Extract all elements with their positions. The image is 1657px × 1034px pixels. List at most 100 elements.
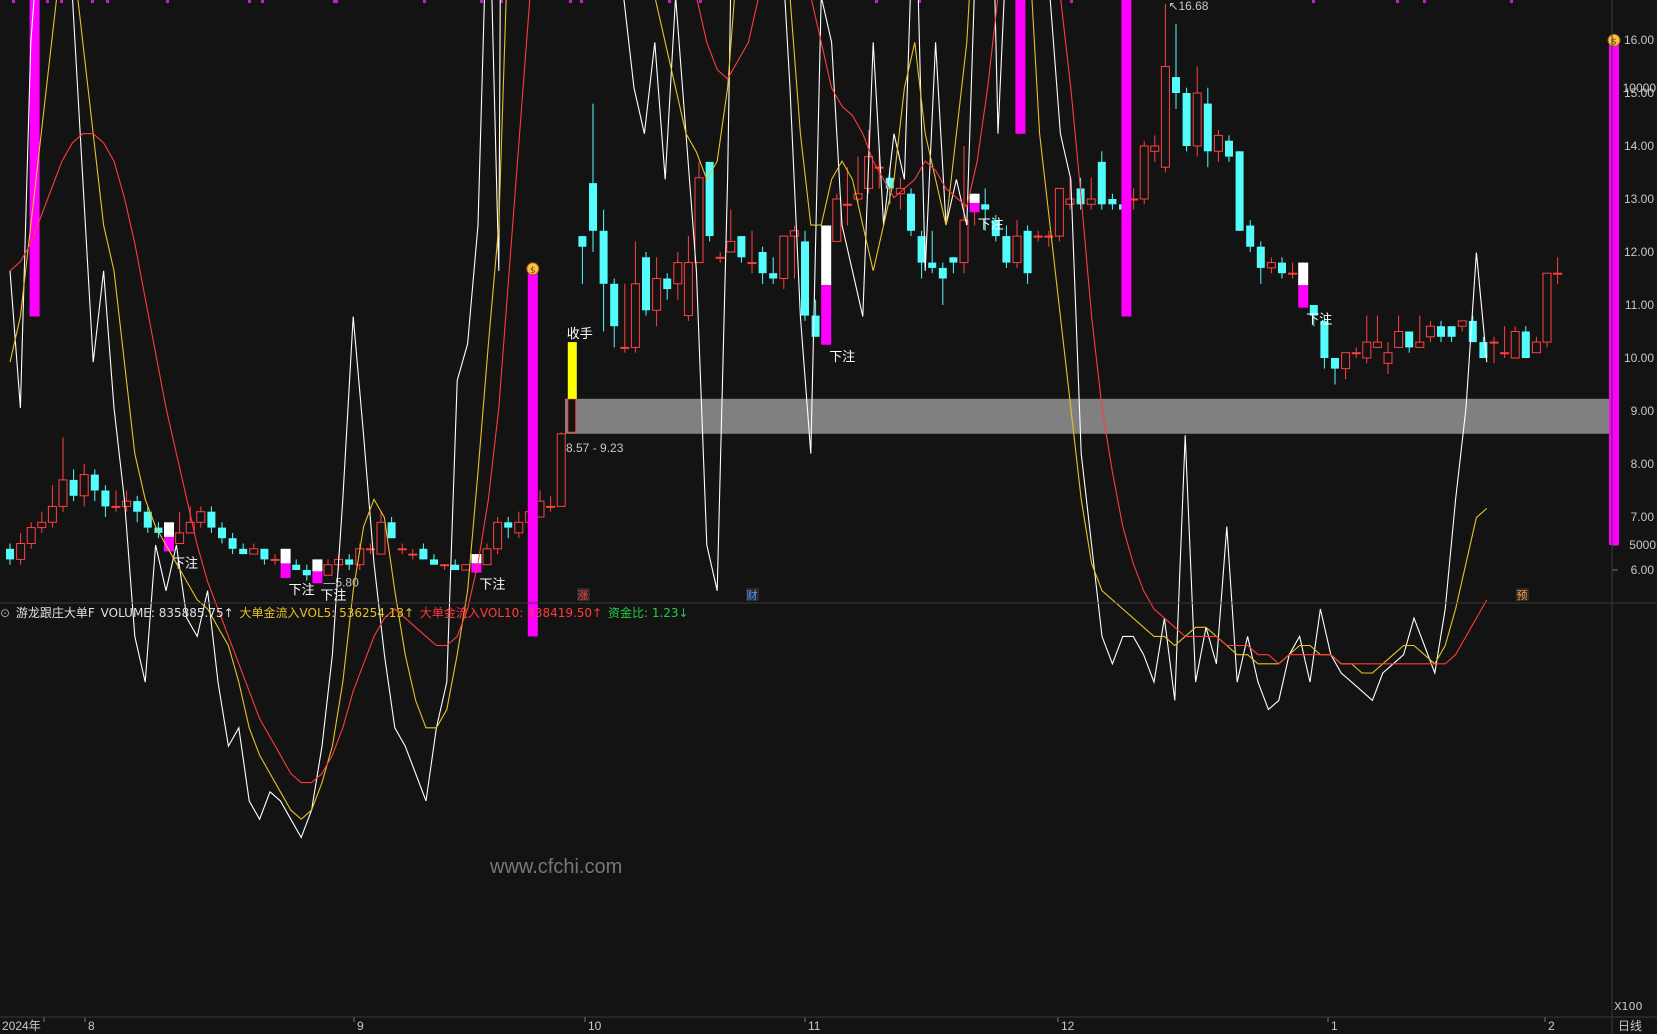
- signal-label: 下注: [479, 578, 505, 593]
- support-zone-label: 8.57 - 9.23: [566, 441, 624, 455]
- event-dot: [1312, 0, 1315, 3]
- date-tick-label: 1: [1331, 1019, 1338, 1033]
- candle-body-up: [47, 505, 57, 523]
- event-dot: [580, 0, 583, 3]
- event-dot: [569, 0, 572, 3]
- candle-body-up: [1012, 235, 1022, 264]
- candle-body-down: [599, 230, 608, 284]
- candle-body-down: [1246, 225, 1255, 247]
- ratio-value: 资金比: 1.23↓: [607, 606, 689, 620]
- signal-bar-top: [280, 548, 291, 564]
- candle-body-down: [610, 283, 619, 327]
- signal-bar-bottom: [280, 563, 291, 578]
- event-badge-label: 预: [1517, 589, 1528, 602]
- candle-body-up: [111, 505, 121, 508]
- event-dot: [423, 0, 426, 3]
- date-tick-label: 2: [1548, 1019, 1555, 1033]
- candle-body-down: [578, 236, 587, 247]
- candle-body-down: [101, 490, 110, 507]
- volume-tick-label: 10000: [1623, 81, 1657, 95]
- candle-body-down: [1002, 236, 1011, 263]
- candle-body-up: [1065, 198, 1075, 205]
- candle-body-down: [1405, 331, 1414, 348]
- candle-body-down: [589, 183, 597, 231]
- candle-body-up: [408, 553, 418, 556]
- candle-body-up: [37, 521, 47, 529]
- date-tick-label: 2024年: [2, 1019, 41, 1033]
- event-dots-row: [12, 0, 1513, 3]
- candle-body-up: [1542, 272, 1552, 343]
- candle-body-up: [1362, 341, 1372, 359]
- candle-body-down: [1447, 326, 1456, 337]
- candle-body-down: [1437, 326, 1445, 337]
- candle-body-down: [1331, 358, 1339, 369]
- price-tick-label: 8.00: [1631, 457, 1655, 471]
- candle-body-down: [1278, 262, 1286, 274]
- candle-body-up: [747, 262, 757, 265]
- candle-body-down: [504, 522, 513, 528]
- candle-body-down: [705, 161, 714, 237]
- indicator-name[interactable]: 游龙跟庄大单F: [16, 606, 95, 620]
- date-tick-label: 10: [588, 1019, 602, 1033]
- candle-body-down: [1172, 77, 1180, 93]
- candle-body-up: [1086, 198, 1096, 205]
- candle-body-down: [345, 559, 354, 565]
- candle-body-up: [630, 283, 640, 348]
- candle-body-down: [1521, 331, 1530, 358]
- signal-bar-bottom: [1298, 285, 1309, 308]
- candle-body-up: [715, 256, 725, 259]
- period-label[interactable]: 日线: [1618, 1017, 1642, 1034]
- candlestick-series: [6, 3, 1563, 581]
- shou-bar: [567, 342, 577, 399]
- candle-body-up: [694, 177, 704, 264]
- candle-body-down: [1108, 199, 1117, 205]
- signal-markers: 收手下注下注 下注下注下注下注下注: [164, 193, 1332, 603]
- candle-body-up: [461, 564, 471, 571]
- price-tick-label: 12.00: [1624, 245, 1654, 259]
- date-tick-label: 9: [357, 1019, 364, 1033]
- candle-body-up: [249, 548, 259, 555]
- event-dot: [106, 0, 109, 3]
- candle-body-down: [1235, 151, 1244, 231]
- signal-bar-top: [471, 554, 482, 564]
- signal-bar-top: [969, 193, 980, 203]
- candle-body-down: [928, 262, 937, 268]
- candle-body-up: [1139, 145, 1149, 200]
- price-tick-label: 6.00: [1631, 563, 1655, 577]
- candle-body-down: [981, 204, 990, 210]
- candle-body-down: [239, 548, 248, 555]
- candle-body-up: [567, 398, 577, 433]
- stock-chart: 16.0015.0014.0013.0012.0011.0010.009.008…: [0, 0, 1657, 1034]
- watermark: www.cfchi.com: [490, 856, 623, 878]
- candle-body-down: [387, 522, 396, 539]
- shou-label: 收手: [567, 327, 593, 342]
- candle-body-up: [1372, 341, 1382, 348]
- candle-body-down: [302, 570, 311, 576]
- candle-body-down: [938, 267, 947, 279]
- event-dot: [248, 0, 251, 3]
- event-dot: [668, 0, 671, 3]
- candle-body-down: [69, 479, 78, 496]
- volume-signal-bar: [527, 270, 538, 637]
- candle-body-up: [1489, 341, 1499, 344]
- event-dot: [1510, 0, 1513, 3]
- indicator-toggle-icon[interactable]: ⊙: [0, 606, 10, 620]
- candle-body-down: [90, 474, 99, 491]
- volume-line-2: [9, 0, 1488, 784]
- candle-body-up: [546, 505, 556, 508]
- candle-body-up: [1415, 341, 1425, 348]
- event-dot: [480, 0, 483, 3]
- candle-body-down: [758, 252, 767, 274]
- candle-body-down: [737, 236, 746, 258]
- candle-body-up: [1341, 352, 1351, 370]
- vol5-value: 大单金流入VOL5: 536254.13↑: [239, 606, 415, 620]
- candle-body-up: [323, 564, 333, 576]
- vol10-value: 大单金流入VOL10: 438419.50↑: [419, 606, 603, 620]
- candle-body-down: [1256, 246, 1265, 268]
- candle-body-up: [726, 240, 736, 253]
- candle-body-up: [397, 548, 407, 551]
- event-dot: [1070, 0, 1073, 3]
- candle-body-up: [1553, 272, 1563, 275]
- candle-body-down: [260, 548, 269, 560]
- price-tick-label: 9.00: [1631, 404, 1655, 418]
